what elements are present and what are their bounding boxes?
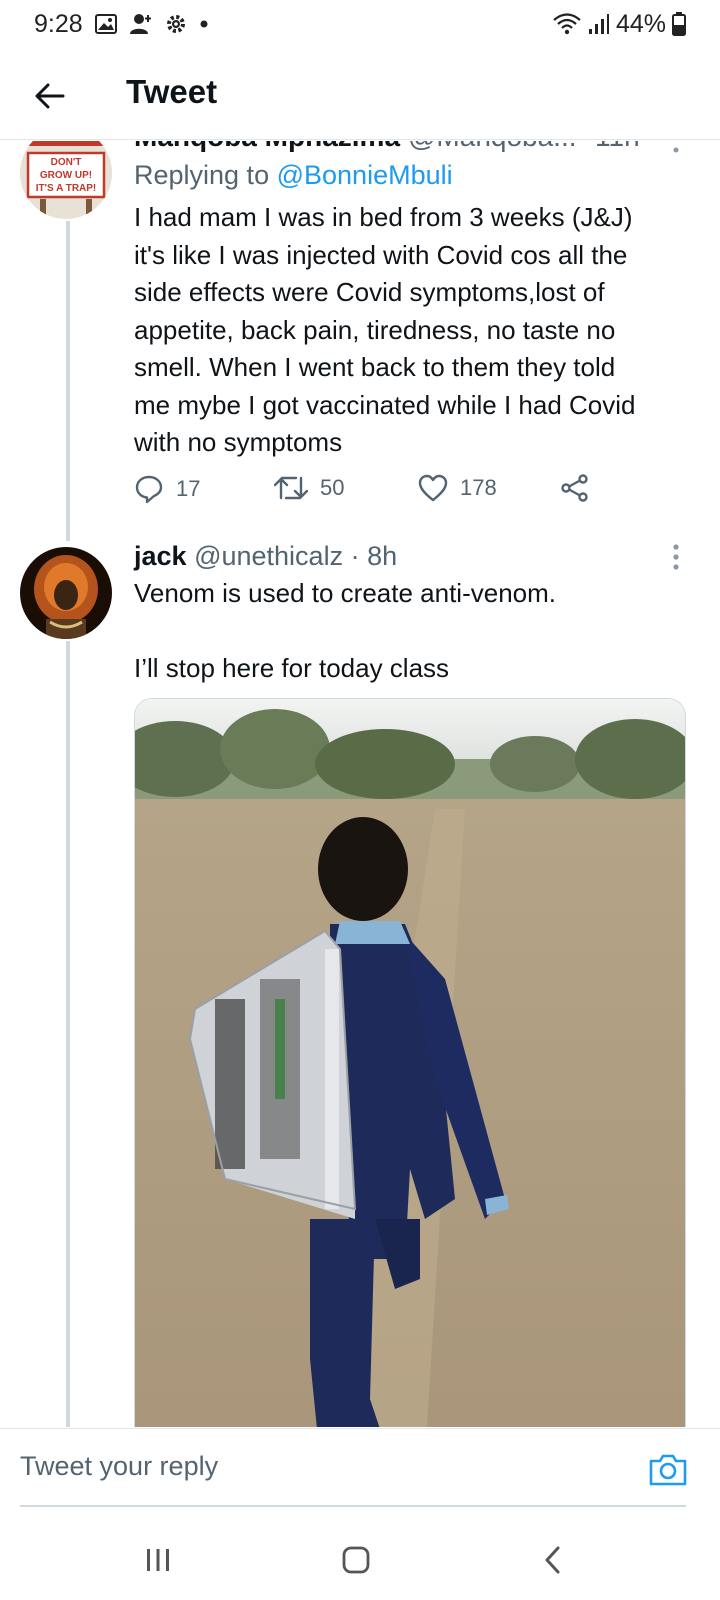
more-options-button[interactable] bbox=[670, 543, 682, 571]
reply-underline bbox=[20, 1505, 686, 1507]
avatar-text-line: DON'T bbox=[51, 157, 82, 168]
tweet-header: jack @unethicalz · 8h bbox=[134, 541, 397, 572]
reply-button[interactable]: 17 bbox=[134, 474, 200, 504]
wifi-icon bbox=[552, 12, 582, 36]
contact-notification-icon bbox=[129, 13, 153, 35]
dot-notification-icon bbox=[199, 19, 209, 29]
tweet-text: Venom is used to create anti-venom. I’ll… bbox=[134, 575, 694, 688]
thread-connector bbox=[66, 221, 70, 541]
tweet-text-line: Venom is used to create anti-venom. bbox=[134, 578, 557, 608]
page-title: Tweet bbox=[126, 73, 218, 110]
gallery-notification-icon bbox=[94, 14, 117, 34]
author-name[interactable]: jack bbox=[134, 541, 187, 571]
status-time: 9:28 bbox=[34, 9, 83, 38]
author-handle[interactable]: @Manqoba... bbox=[408, 141, 577, 153]
tweet-text-line: I had mam I was in bed from 3 weeks (J&J… bbox=[134, 202, 633, 232]
avatar-text-line: IT'S A TRAP! bbox=[36, 183, 97, 194]
retweet-count: 50 bbox=[320, 475, 345, 500]
tweet-text: I had mam I was in bed from 3 weeks (J&J… bbox=[134, 199, 694, 462]
author-name[interactable]: Manqoba Mphazima bbox=[134, 141, 400, 153]
battery-icon bbox=[672, 12, 686, 36]
tweet-image[interactable] bbox=[134, 698, 686, 1427]
tweet-actions: 17 50 178 bbox=[134, 474, 614, 514]
tweet-text-line: it's like I was injected with Covid cos … bbox=[134, 239, 628, 270]
camera-icon bbox=[649, 1454, 687, 1486]
share-button[interactable] bbox=[560, 474, 590, 502]
back-button[interactable] bbox=[30, 76, 70, 116]
camera-button[interactable] bbox=[648, 1451, 688, 1487]
tweet-text-line: smell. When I went back to them they tol… bbox=[134, 352, 616, 382]
status-bar: 9:28 44% bbox=[0, 0, 720, 48]
tweet-text-line: side effects were Covid symptoms,lost of bbox=[134, 277, 605, 307]
app-header: Tweet bbox=[0, 56, 720, 140]
tweet-time: 11h bbox=[595, 141, 640, 153]
tweet-text-line: with no symptoms bbox=[134, 427, 343, 457]
recent-apps-icon bbox=[147, 1549, 169, 1571]
tweet-text-line: I’ll stop here for today class bbox=[134, 653, 450, 683]
reply-input[interactable]: Tweet your reply bbox=[20, 1451, 218, 1482]
share-icon bbox=[561, 474, 588, 502]
separator-dot: · bbox=[350, 541, 360, 571]
back-arrow-icon bbox=[35, 83, 65, 109]
more-icon[interactable] bbox=[672, 143, 680, 161]
home-icon bbox=[342, 1546, 370, 1574]
comment-icon bbox=[135, 475, 163, 504]
retweet-icon bbox=[274, 476, 308, 500]
system-nav-bar bbox=[0, 1518, 720, 1600]
reply-count: 17 bbox=[176, 476, 201, 501]
signal-icon bbox=[588, 13, 610, 35]
like-count: 178 bbox=[460, 475, 497, 500]
more-icon bbox=[673, 544, 679, 570]
replying-to: Replying to @BonnieMbuli bbox=[134, 160, 453, 191]
author-handle[interactable]: @unethicalz bbox=[194, 541, 343, 571]
avatar[interactable]: DON'T GROW UP! IT'S A TRAP! bbox=[20, 141, 112, 219]
thread-connector bbox=[66, 641, 70, 1427]
like-icon bbox=[418, 474, 448, 502]
reply-composer: Tweet your reply bbox=[0, 1428, 720, 1508]
tweet-time: 8h bbox=[367, 541, 398, 571]
home-button[interactable] bbox=[336, 1540, 376, 1580]
photo-boy-walking bbox=[135, 699, 685, 1427]
avatar-text-line: GROW UP! bbox=[40, 170, 92, 181]
battery-percent: 44% bbox=[615, 9, 666, 38]
mention-link[interactable]: @BonnieMbuli bbox=[277, 160, 453, 190]
recent-apps-button[interactable] bbox=[138, 1540, 178, 1580]
retweet-button[interactable]: 50 bbox=[274, 474, 344, 502]
back-nav-button[interactable] bbox=[533, 1540, 573, 1580]
like-button[interactable]: 178 bbox=[418, 474, 497, 502]
replying-label: Replying to bbox=[134, 160, 270, 190]
back-chevron-icon bbox=[545, 1546, 560, 1574]
avatar[interactable] bbox=[20, 547, 112, 639]
tweet-text-line: me mybe I got vaccinated while I had Cov… bbox=[134, 389, 636, 420]
tweet-thread: DON'T GROW UP! IT'S A TRAP! Manqoba Mpha… bbox=[0, 141, 720, 1427]
settings-notification-icon bbox=[165, 13, 187, 35]
tweet-text-line: appetite, back pain, tiredness, no taste… bbox=[134, 314, 616, 345]
